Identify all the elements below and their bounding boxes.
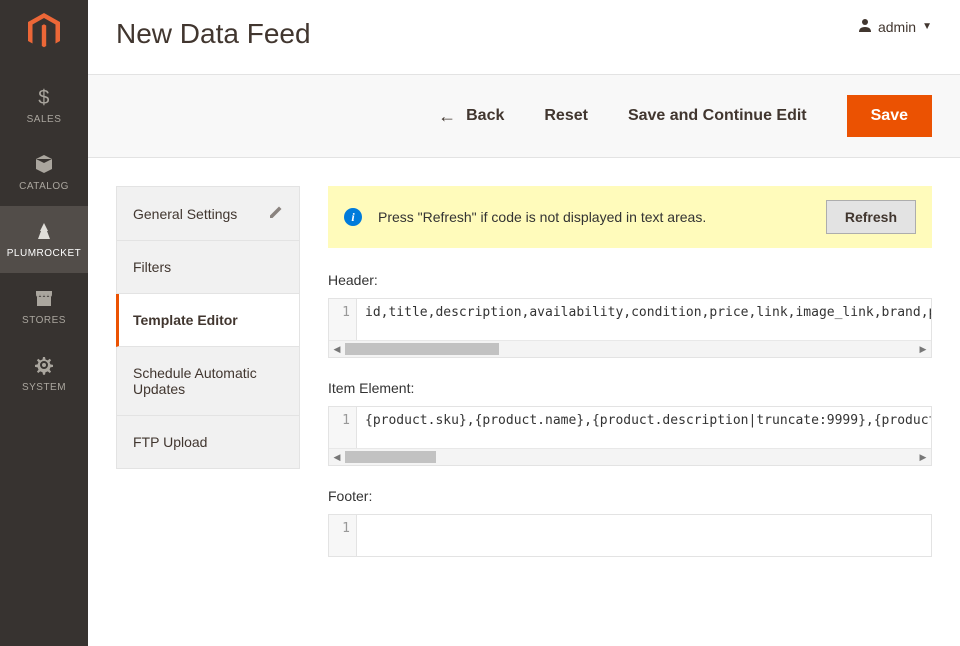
alert-box: i Press "Refresh" if code is not display… [328,186,932,248]
dollar-icon: $ [38,86,50,108]
tab-schedule-updates[interactable]: Schedule Automatic Updates [117,347,299,416]
scroll-left-icon[interactable]: ◀ [329,341,345,357]
footer-editor[interactable]: 1 [328,514,932,557]
tab-label: Template Editor [133,312,238,328]
horizontal-scrollbar[interactable]: ◀ ▶ [329,448,931,465]
back-label: Back [466,107,504,125]
scroll-track[interactable] [345,449,915,465]
back-button[interactable]: ← Back [438,106,504,127]
tab-label: Filters [133,259,171,275]
gear-icon [34,354,54,376]
nav-catalog[interactable]: CATALOG [0,139,88,206]
editor-area: i Press "Refresh" if code is not display… [328,186,932,646]
footer-code[interactable] [357,515,931,556]
tab-label: General Settings [133,206,237,222]
tab-general-settings[interactable]: General Settings [117,187,299,241]
box-icon [34,153,54,175]
chevron-down-icon: ▼ [922,21,932,32]
nav-stores[interactable]: STORES [0,273,88,340]
tab-ftp-upload[interactable]: FTP Upload [117,416,299,468]
item-editor[interactable]: 1 {product.sku},{product.name},{product.… [328,406,932,466]
header-editor[interactable]: 1 id,title,description,availability,cond… [328,298,932,358]
nav-label: PLUMROCKET [7,248,81,259]
user-menu[interactable]: admin ▼ [858,18,932,35]
scroll-thumb[interactable] [345,343,499,355]
scroll-left-icon[interactable]: ◀ [329,449,345,465]
action-bar: ← Back Reset Save and Continue Edit Save [88,74,960,158]
svg-text:$: $ [38,87,50,107]
info-icon: i [344,208,362,226]
arrow-left-icon: ← [438,106,456,127]
nav-sales[interactable]: $ SALES [0,72,88,139]
user-icon [858,18,872,35]
nav-label: SYSTEM [22,382,66,393]
page-header: New Data Feed admin ▼ [88,0,960,74]
nav-system[interactable]: SYSTEM [0,340,88,407]
magento-logo[interactable] [24,12,64,52]
alert-text: Press "Refresh" if code is not displayed… [378,209,810,225]
item-label: Item Element: [328,380,932,396]
save-continue-button[interactable]: Save and Continue Edit [628,107,807,125]
scroll-right-icon[interactable]: ▶ [915,449,931,465]
line-gutter: 1 [329,299,357,340]
line-gutter: 1 [329,515,357,556]
tabs-panel: General Settings Filters Template Editor… [116,186,300,469]
reset-button[interactable]: Reset [544,107,588,125]
store-icon [34,287,54,309]
scroll-track[interactable] [345,341,915,357]
scroll-thumb[interactable] [345,451,436,463]
tab-filters[interactable]: Filters [117,241,299,294]
nav-label: CATALOG [19,181,69,192]
header-label: Header: [328,272,932,288]
line-gutter: 1 [329,407,357,448]
refresh-button[interactable]: Refresh [826,200,916,234]
nav-label: SALES [27,114,62,125]
save-button[interactable]: Save [847,95,932,137]
tab-template-editor[interactable]: Template Editor [116,294,299,347]
header-code[interactable]: id,title,description,availability,condit… [357,299,931,340]
tab-label: Schedule Automatic Updates [133,365,283,397]
admin-sidebar: $ SALES CATALOG PLUMROCKET STORES [0,0,88,646]
nav-label: STORES [22,315,66,326]
item-code[interactable]: {product.sku},{product.name},{product.de… [357,407,931,448]
footer-label: Footer: [328,488,932,504]
pencil-icon [269,205,283,222]
horizontal-scrollbar[interactable]: ◀ ▶ [329,340,931,357]
tab-label: FTP Upload [133,434,207,450]
page-title: New Data Feed [116,18,311,50]
user-name: admin [878,19,916,35]
nav-plumrocket[interactable]: PLUMROCKET [0,206,88,273]
plumrocket-icon [34,220,54,242]
scroll-right-icon[interactable]: ▶ [915,341,931,357]
